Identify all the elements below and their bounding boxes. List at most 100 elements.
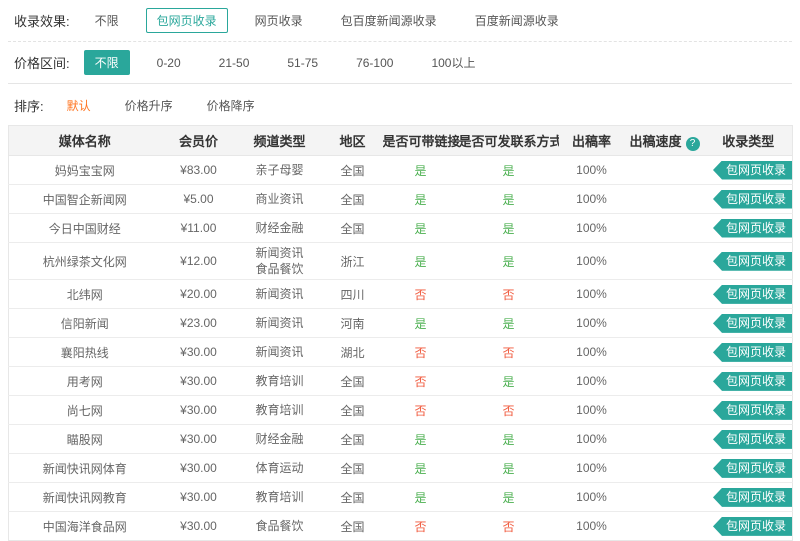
type-cell: 包网页收录 <box>705 156 793 185</box>
filter-effect-option-4[interactable]: 百度新闻源收录 <box>464 8 570 33</box>
table-row[interactable]: 北纬网 ¥20.00 新闻资讯 四川 否 否 100% 包网页收录 <box>8 279 793 309</box>
table-row[interactable]: 今日中国财经 ¥11.00 财经金融 全国 是 是 100% 包网页收录 <box>8 213 793 243</box>
filter-effect-option-1[interactable]: 包网页收录 <box>145 8 228 33</box>
col-header-can-link: 是否可带链接 <box>382 125 459 156</box>
table-row[interactable]: 尚七网 ¥30.00 教育培训 全国 否 否 100% 包网页收录 <box>8 395 793 425</box>
type-cell: 包网页收录 <box>704 184 793 214</box>
rate-cell: 100% <box>558 395 625 425</box>
type-badge: 包网页收录 <box>712 189 792 209</box>
type-cell: 包网页收录 <box>704 395 793 425</box>
media-name-cell: 尚七网 <box>8 395 161 425</box>
filter-effect-option-3[interactable]: 包百度新闻源收录 <box>330 8 448 33</box>
can-contact-cell: 是 <box>458 308 559 338</box>
type-cell: 包网页收录 <box>704 308 793 338</box>
table-row[interactable]: 杭州绿茶文化网 ¥12.00 新闻资讯 食品餐饮 浙江 是 是 100% 包网页… <box>8 241 793 280</box>
price-cell: ¥30.00 <box>160 424 237 454</box>
type-badge: 包网页收录 <box>712 342 792 362</box>
speed-cell <box>624 337 705 367</box>
price-cell: ¥30.00 <box>160 366 237 396</box>
type-cell: 包网页收录 <box>704 279 793 309</box>
price-cell: ¥30.00 <box>160 482 237 512</box>
type-badge: 包网页收录 <box>712 400 792 420</box>
media-name-cell: 新闻快讯网体育 <box>8 453 161 483</box>
sort-option-2[interactable]: 价格降序 <box>198 94 264 117</box>
media-name-cell: 襄阳热线 <box>8 337 161 367</box>
price-cell: ¥20.00 <box>160 279 237 309</box>
filter-price-option-1[interactable]: 0-20 <box>146 52 192 74</box>
can-contact-cell: 否 <box>458 395 559 425</box>
can-link-cell: 否 <box>382 279 459 309</box>
can-link-cell: 否 <box>382 395 459 425</box>
speed-cell <box>624 241 705 280</box>
table-row[interactable]: 妈妈宝宝网 ¥83.00 亲子母婴 全国 是 是 100% 包网页收录 <box>9 156 793 185</box>
table-row[interactable]: 用考网 ¥30.00 教育培训 全国 否 是 100% 包网页收录 <box>8 366 793 396</box>
can-link-cell: 否 <box>382 366 459 396</box>
channel-cell: 新闻资讯 <box>236 279 323 309</box>
sort-option-0[interactable]: 默认 <box>58 94 100 117</box>
table-row[interactable]: 新闻快讯网教育 ¥30.00 教育培训 全国 是 是 100% 包网页收录 <box>8 482 793 512</box>
media-name-cell: 新闻快讯网教育 <box>8 482 161 512</box>
filter-price-options: 不限 0-20 21-50 51-75 76-100 100以上 <box>83 50 503 75</box>
can-contact-cell: 是 <box>458 213 559 243</box>
filter-price-option-3[interactable]: 51-75 <box>276 52 329 74</box>
media-table-body: 妈妈宝宝网 ¥83.00 亲子母婴 全国 是 是 100% 包网页收录 中国智企… <box>8 156 793 541</box>
can-link-cell: 是 <box>382 453 459 483</box>
table-row[interactable]: 襄阳热线 ¥30.00 新闻资讯 湖北 否 否 100% 包网页收录 <box>8 337 793 367</box>
media-name-cell: 今日中国财经 <box>8 213 161 243</box>
speed-cell <box>624 213 705 243</box>
price-cell: ¥11.00 <box>160 213 237 243</box>
filter-effect-option-2[interactable]: 网页收录 <box>244 8 314 33</box>
filter-price-option-2[interactable]: 21-50 <box>208 52 261 74</box>
table-row[interactable]: 中国智企新闻网 ¥5.00 商业资讯 全国 是 是 100% 包网页收录 <box>8 184 793 214</box>
channel-cell: 食品餐饮 <box>236 511 323 541</box>
help-icon[interactable]: ? <box>685 136 700 151</box>
type-cell: 包网页收录 <box>704 337 793 367</box>
rate-cell: 100% <box>576 163 607 177</box>
can-link-cell: 是 <box>382 213 459 243</box>
channel-cell: 新闻资讯 食品餐饮 <box>236 241 323 280</box>
channel-cell: 商业资讯 <box>236 184 323 214</box>
media-name-cell: 北纬网 <box>8 279 161 309</box>
channel-cell: 新闻资讯 <box>236 308 323 338</box>
col-header-channel-type: 频道类型 <box>236 125 323 156</box>
table-row[interactable]: 瞄股网 ¥30.00 财经金融 全国 是 是 100% 包网页收录 <box>8 424 793 454</box>
type-cell: 包网页收录 <box>704 511 793 541</box>
sort-option-1[interactable]: 价格升序 <box>116 94 182 117</box>
channel-cell: 财经金融 <box>236 213 323 243</box>
region-cell: 全国 <box>322 511 383 541</box>
filter-price-option-0[interactable]: 不限 <box>83 50 130 75</box>
filter-effect-option-0[interactable]: 不限 <box>84 8 130 33</box>
channel-cell: 教育培训 <box>236 482 323 512</box>
speed-cell <box>625 156 705 185</box>
region-cell: 全国 <box>322 482 383 512</box>
table-row[interactable]: 信阳新闻 ¥23.00 新闻资讯 河南 是 是 100% 包网页收录 <box>8 308 793 338</box>
speed-cell <box>624 453 705 483</box>
table-row[interactable]: 中国海洋食品网 ¥30.00 食品餐饮 全国 否 否 100% 包网页收录 <box>8 511 793 541</box>
can-contact-cell: 是 <box>458 453 559 483</box>
media-table: 媒体名称 会员价 频道类型 地区 是否可带链接 是否可发联系方式 出稿率 出稿速… <box>8 125 793 541</box>
media-name-cell: 中国海洋食品网 <box>8 511 161 541</box>
price-cell: ¥30.00 <box>160 453 237 483</box>
region-cell: 全国 <box>322 213 383 243</box>
rate-cell: 100% <box>558 241 625 280</box>
price-cell: ¥30.00 <box>160 337 237 367</box>
can-contact-cell: 是 <box>458 184 559 214</box>
can-link-cell: 否 <box>382 337 459 367</box>
speed-cell <box>624 184 705 214</box>
type-badge: 包网页收录 <box>712 218 792 238</box>
filter-price-option-4[interactable]: 76-100 <box>345 52 404 74</box>
speed-cell <box>624 366 705 396</box>
filter-price-option-5[interactable]: 100以上 <box>420 50 486 75</box>
region-cell: 湖北 <box>322 337 383 367</box>
price-cell: ¥12.00 <box>160 241 237 280</box>
speed-cell <box>624 482 705 512</box>
table-row[interactable]: 新闻快讯网体育 ¥30.00 体育运动 全国 是 是 100% 包网页收录 <box>8 453 793 483</box>
region-cell: 浙江 <box>322 241 383 280</box>
channel-cell: 体育运动 <box>236 453 323 483</box>
filter-effect-options: 不限 包网页收录 网页收录 包百度新闻源收录 百度新闻源收录 <box>84 8 586 33</box>
region-cell: 全国 <box>322 184 383 214</box>
can-link-cell: 是 <box>382 241 459 280</box>
can-link-cell: 是 <box>382 184 459 214</box>
can-contact-cell: 是 <box>458 482 559 512</box>
region-cell: 河南 <box>322 308 383 338</box>
